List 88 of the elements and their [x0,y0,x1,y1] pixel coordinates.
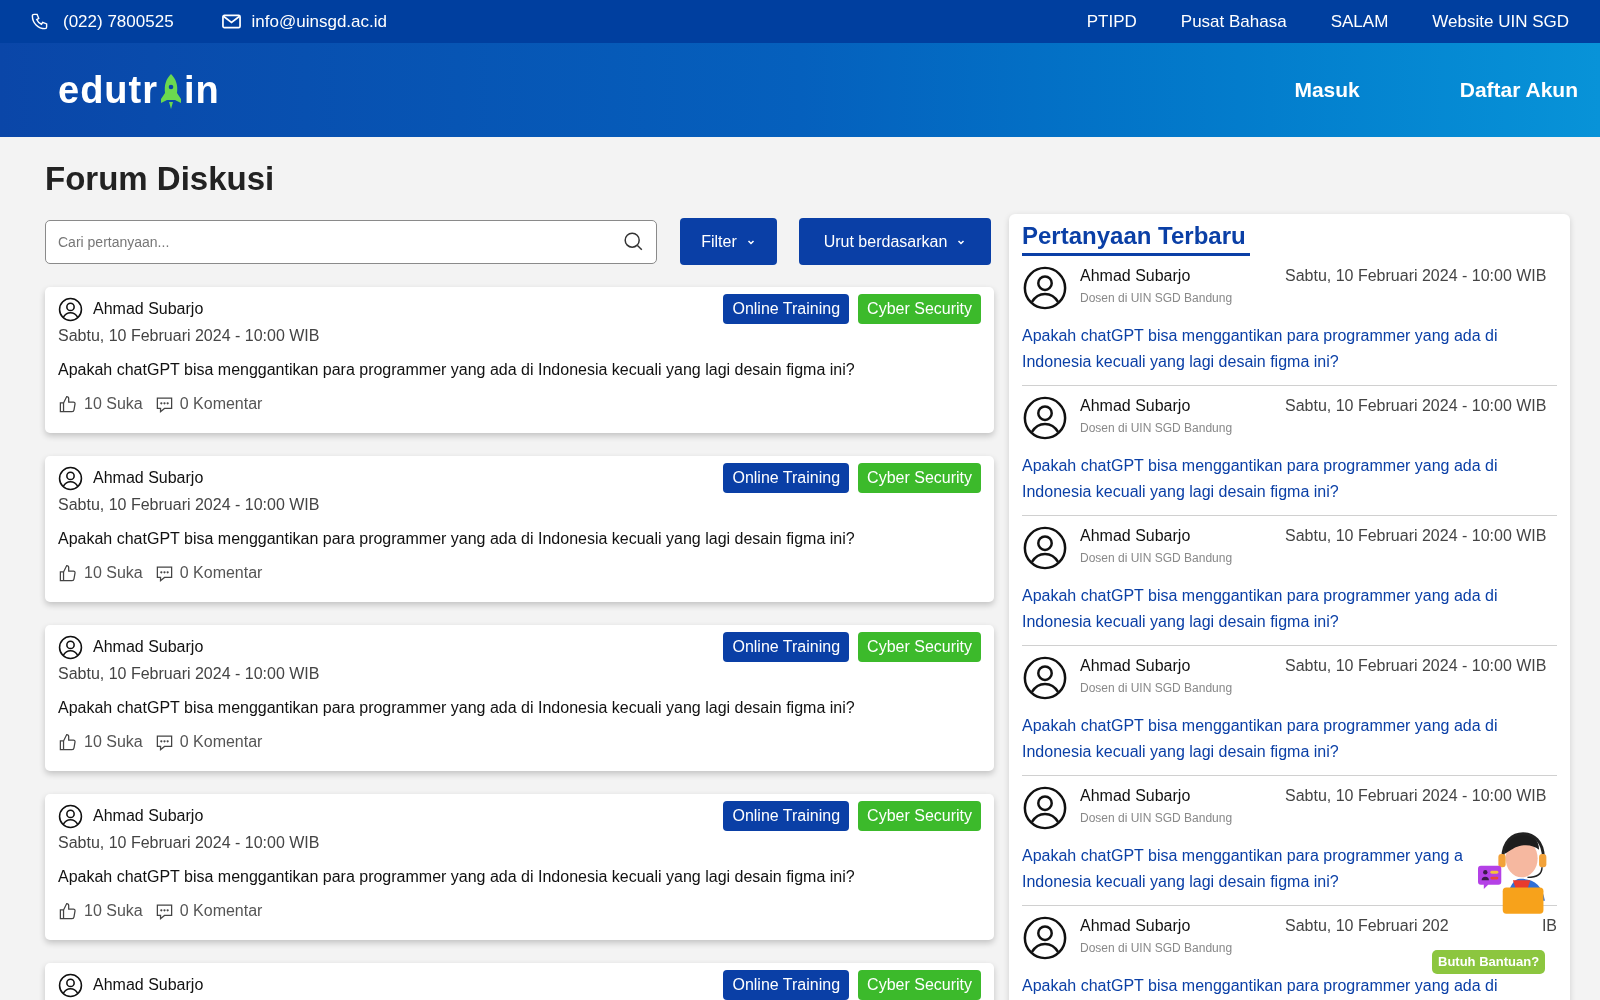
comment-count[interactable]: 0 Komentar [179,393,263,415]
user-icon [1022,265,1068,311]
user-icon [1022,395,1068,441]
tag[interactable]: Online Training [723,632,850,662]
like-count[interactable]: 10 Suka [84,393,143,415]
question-link[interactable]: Apakah chatGPT bisa menggantikan para programmer yang ada di [1022,457,1498,474]
search-icon [623,230,644,252]
like-count[interactable]: 10 Suka [84,562,143,584]
author-name: Ahmad Subarjo [1080,266,1192,286]
question-link[interactable]: Indonesia kecuali yang lagi desain figma ini? [1022,873,1339,890]
post-date: IB [1541,916,1557,936]
post-date: Sabtu, 10 Februari 2024 - 10:00 WIB [58,495,321,515]
user-icon [58,634,83,660]
search-field[interactable]: Cari pertanyaan... [45,219,657,264]
question-link[interactable]: Apakah chatGPT bisa menggantikan para programmer yang ada di [1022,977,1498,994]
thumbs-up-icon [58,901,77,921]
author-name: Ahmad Subarjo [93,637,204,657]
post-date: Sabtu, 10 Februari 2024 - 10:00 WIB [1285,786,1547,806]
email-address: info@uinsgd.ac.id [251,10,387,33]
sort-button[interactable]: Urut berdasarkan [799,218,991,265]
question-link[interactable]: Apakah chatGPT bisa menggantikan para programmer yang ada di [1022,587,1498,604]
tag[interactable]: Online Training [723,970,850,1000]
like-count[interactable]: 10 Suka [84,900,143,922]
panel-title: Pertanyaan Terbaru [1022,220,1250,256]
tag[interactable]: Online Training [723,463,850,493]
user-icon [58,972,83,998]
tag[interactable]: Online Training [723,294,850,324]
mail-icon [221,14,241,29]
author-name: Ahmad Subarjo [1080,786,1192,806]
user-icon [58,465,83,491]
post-date: Sabtu, 10 Februari 202 [1285,916,1449,936]
user-icon [1022,525,1068,571]
author-name: Ahmad Subarjo [93,468,204,488]
question-link[interactable]: Indonesia kecuali yang lagi desain figma ini? [1022,483,1339,500]
post-date: Sabtu, 10 Februari 2024 - 10:00 WIB [58,326,321,346]
author-role: Dosen di UIN SGD Bandung [1080,290,1233,306]
logo[interactable]: edutr in [58,71,220,109]
header-link[interactable]: Daftar Akun [1459,74,1578,106]
post-date: Sabtu, 10 Februari 2024 - 10:00 WIB [58,664,321,684]
question-link[interactable]: Apakah chatGPT bisa menggantikan para programmer yang ada di [1022,327,1498,344]
question-link[interactable]: Indonesia kecuali yang lagi desain figma ini? [1022,743,1339,760]
post-date: Sabtu, 10 Februari 2024 - 10:00 WIB [58,833,321,853]
top-link[interactable]: Pusat Bahasa [1180,8,1287,35]
user-icon [1022,785,1068,831]
question-link[interactable]: Indonesia kecuali yang lagi desain figma ini? [1022,353,1339,370]
author-name: Ahmad Subarjo [93,299,204,319]
question-text[interactable]: Apakah chatGPT bisa menggantikan para programmer yang ada di Indonesia kecuali yang lagi desain figma ini? [58,528,981,550]
author-name: Ahmad Subarjo [1080,916,1192,936]
author-role: Dosen di UIN SGD Bandung [1080,550,1233,566]
question-link[interactable]: Apakah chatGPT bisa menggantikan para programmer yang a [1022,847,1463,864]
thumbs-up-icon [58,563,77,583]
top-link[interactable]: PTIPD [1086,8,1137,35]
author-role: Dosen di UIN SGD Bandung [1080,810,1233,826]
comment-count[interactable]: 0 Komentar [179,900,263,922]
question-text[interactable]: Apakah chatGPT bisa menggantikan para programmer yang ada di Indonesia kecuali yang lagi desain figma ini? [58,697,981,719]
author-role: Dosen di UIN SGD Bandung [1080,420,1233,436]
author-name: Ahmad Subarjo [1080,396,1192,416]
phone-icon [30,12,49,31]
filter-button[interactable]: Filter [680,218,777,265]
author-name: Ahmad Subarjo [93,975,204,995]
tag[interactable]: Online Training [723,801,850,831]
author-name: Ahmad Subarjo [1080,656,1192,676]
author-role: Dosen di UIN SGD Bandung [1080,680,1233,696]
post-date: Sabtu, 10 Februari 2024 - 10:00 WIB [1285,526,1547,546]
post-date: Sabtu, 10 Februari 2024 - 10:00 WIB [1285,266,1547,286]
author-name: Ahmad Subarjo [1080,526,1192,546]
question-text[interactable]: Apakah chatGPT bisa menggantikan para programmer yang ada di Indonesia kecuali yang lagi desain figma ini? [58,359,981,381]
user-icon [1022,915,1068,961]
post-date: Sabtu, 10 Februari 2024 - 10:00 WIB [1285,396,1547,416]
comment-count[interactable]: 0 Komentar [179,731,263,753]
post-date: Sabtu, 10 Februari 2024 - 10:00 WIB [1285,656,1547,676]
author-name: Ahmad Subarjo [93,806,204,826]
author-role: Dosen di UIN SGD Bandung [1080,940,1233,956]
user-icon [1022,655,1068,701]
page-title: Forum Diskusi [45,159,276,199]
header-link[interactable]: Masuk [1294,74,1360,106]
question-link[interactable]: Apakah chatGPT bisa menggantikan para programmer yang ada di [1022,717,1498,734]
question-link[interactable]: Indonesia kecuali yang lagi desain figma ini? [1022,613,1339,630]
top-link[interactable]: SALAM [1330,8,1389,35]
user-icon [58,803,83,829]
comment-count[interactable]: 0 Komentar [179,562,263,584]
user-icon [58,296,83,322]
phone-number: (022) 7800525 [63,10,174,33]
top-link[interactable]: Website UIN SGD [1432,8,1569,35]
thumbs-up-icon [58,732,77,752]
question-text[interactable]: Apakah chatGPT bisa menggantikan para programmer yang ada di Indonesia kecuali yang lagi desain figma ini? [58,866,981,888]
like-count[interactable]: 10 Suka [84,731,143,753]
thumbs-up-icon [58,394,77,414]
